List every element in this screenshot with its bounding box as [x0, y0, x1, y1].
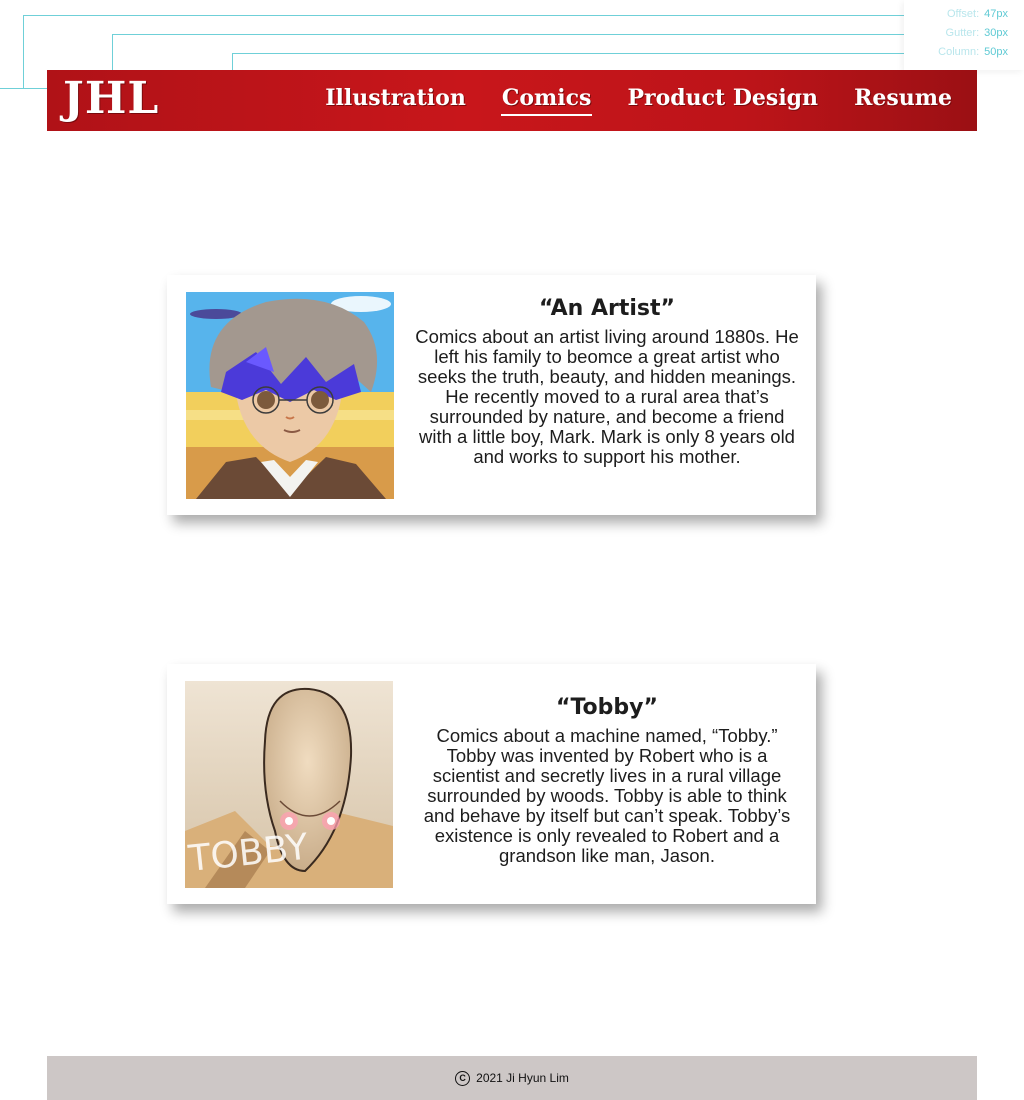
an-artist-text: “An Artist” Comics about an artist livin…	[413, 295, 801, 467]
tobby-text: “Tobby” Comics about a machine named, “T…	[413, 694, 801, 866]
site-header: JHL Illustration Comics Product Design R…	[47, 70, 977, 131]
legend-gutter-label: Gutter:	[945, 27, 980, 39]
nav-item-product-design[interactable]: Product Design	[626, 82, 819, 116]
grid-guide-gutter-h	[112, 34, 935, 35]
site-logo[interactable]: JHL	[63, 74, 159, 124]
legend-offset-value: 47px	[984, 8, 1008, 20]
legend-column-label: Column:	[938, 46, 980, 58]
comic-card-an-artist[interactable]: “An Artist” Comics about an artist livin…	[167, 275, 816, 515]
grid-guide-offset-tick	[0, 88, 47, 89]
footer-copyright-text: 2021 Ji Hyun Lim	[476, 1071, 569, 1085]
legend-column: Column: 50px	[938, 46, 1008, 58]
nav-item-comics[interactable]: Comics	[500, 82, 593, 116]
comic-card-tobby[interactable]: TOBBY “Tobby” Comics about a machine nam…	[167, 664, 816, 904]
nav-item-illustration[interactable]: Illustration	[324, 82, 467, 116]
grid-guide-offset-v	[23, 15, 24, 89]
tobby-cover-image[interactable]: TOBBY	[185, 681, 393, 888]
legend-column-value: 50px	[984, 46, 1008, 58]
legend-gutter: Gutter: 30px	[946, 27, 1008, 39]
comic-description: Comics about an artist living around 188…	[415, 326, 799, 467]
grid-guide-column-h	[232, 53, 928, 54]
main-nav: Illustration Comics Product Design Resum…	[324, 82, 953, 116]
an-artist-cover-image[interactable]	[186, 292, 394, 499]
comic-description: Comics about a machine named, “Tobby.” T…	[423, 725, 791, 866]
grid-guide-offset-h	[23, 15, 935, 16]
site-footer: C 2021 Ji Hyun Lim	[47, 1056, 977, 1100]
copyright-icon: C	[455, 1070, 471, 1086]
comic-title: “An Artist”	[539, 296, 675, 321]
legend-offset-label: Offset:	[946, 8, 980, 20]
legend-offset: Offset: 47px	[947, 8, 1008, 20]
nav-item-resume[interactable]: Resume	[853, 82, 953, 116]
comic-title: “Tobby”	[556, 695, 658, 720]
grid-legend: Offset: 47px Gutter: 30px Column: 50px	[904, 0, 1024, 70]
legend-gutter-value: 30px	[984, 27, 1008, 39]
